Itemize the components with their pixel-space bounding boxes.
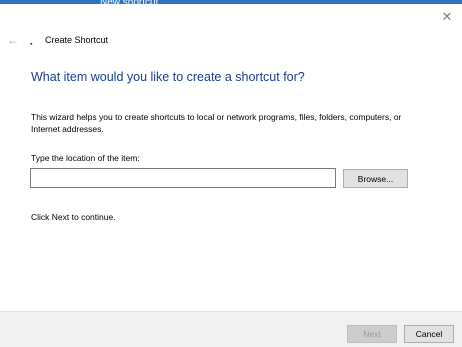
close-icon[interactable]: ✕ [440, 10, 454, 24]
continue-instruction: Click Next to continue. [31, 212, 116, 222]
next-button[interactable]: Next [347, 325, 397, 343]
create-shortcut-dialog: ✕ ← ▪ Create Shortcut What item would yo… [0, 4, 462, 347]
location-label: Type the location of the item: [31, 153, 140, 163]
dialog-title: Create Shortcut [45, 35, 109, 45]
location-input[interactable] [30, 168, 336, 188]
dialog-footer: Next Cancel [0, 311, 462, 347]
wizard-description: This wizard helps you to create shortcut… [31, 112, 402, 134]
page-heading: What item would you like to create a sho… [31, 70, 305, 84]
cancel-button[interactable]: Cancel [404, 325, 454, 343]
shortcut-icon: ▪ [30, 41, 33, 48]
browse-button[interactable]: Browse... [343, 169, 408, 188]
back-arrow-icon[interactable]: ← [6, 33, 20, 47]
